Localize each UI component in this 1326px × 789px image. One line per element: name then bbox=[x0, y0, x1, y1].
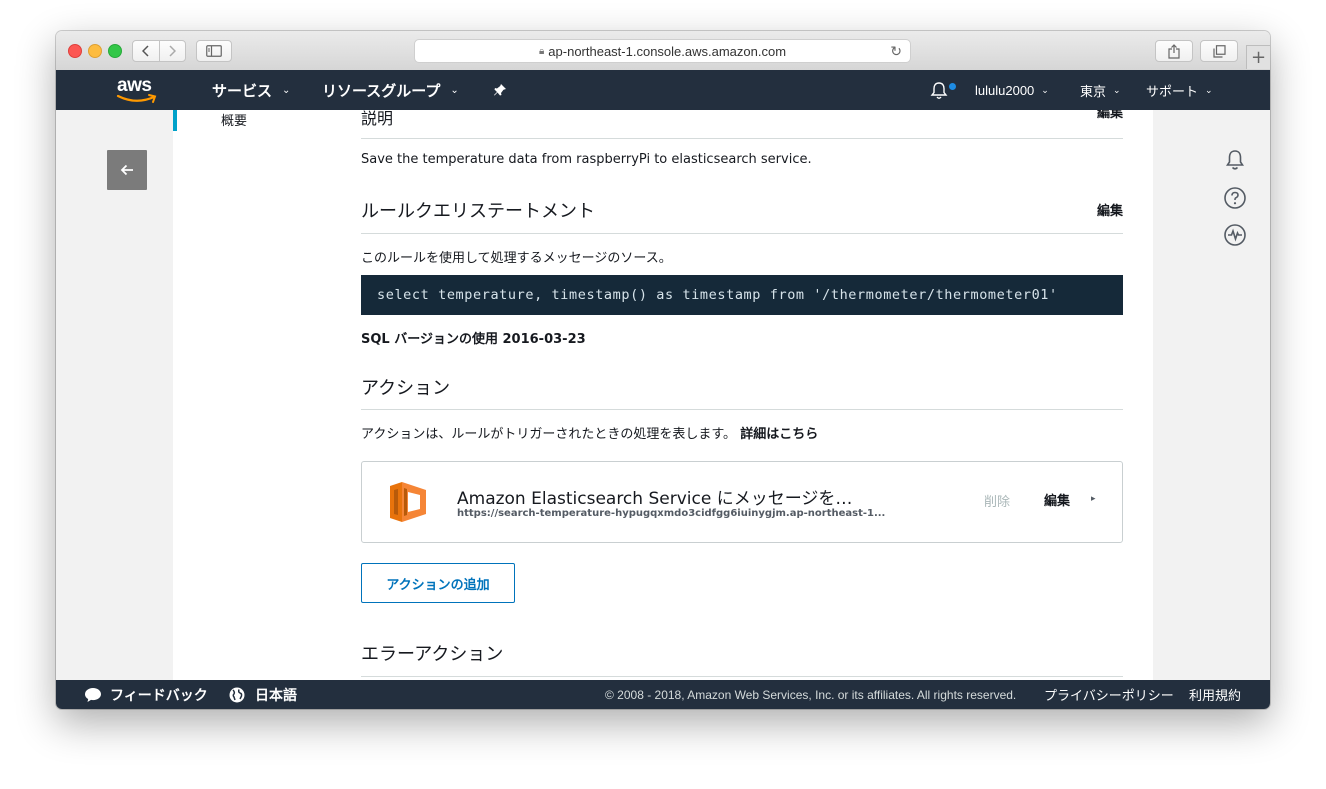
notifications-button[interactable] bbox=[930, 70, 956, 110]
active-nav-indicator bbox=[173, 110, 177, 131]
action-delete-link[interactable]: 削除 bbox=[984, 491, 1010, 510]
share-icon bbox=[1168, 43, 1180, 59]
sql-version-value: 2016-03-23 bbox=[502, 332, 586, 347]
caret-right-icon[interactable]: ▸ bbox=[1091, 494, 1096, 504]
services-menu[interactable]: サービス ⌄ bbox=[212, 70, 290, 110]
aws-logo[interactable]: aws bbox=[116, 76, 160, 106]
elasticsearch-icon bbox=[390, 482, 426, 522]
share-button[interactable] bbox=[1155, 40, 1193, 62]
details-link[interactable]: 詳細はこちら bbox=[740, 427, 818, 442]
pin-button[interactable] bbox=[493, 70, 507, 110]
globe-icon bbox=[229, 687, 245, 702]
divider bbox=[361, 233, 1123, 234]
nav-item-overview[interactable]: 概要 bbox=[221, 110, 247, 129]
address-bar[interactable]: 🔒︎ ap-northeast-1.console.aws.amazon.com… bbox=[414, 39, 911, 63]
actions-description-text: アクションは、ルールがトリガーされたときの処理を表します。 bbox=[361, 427, 737, 442]
action-title: Amazon Elasticsearch Service にメッセージを… bbox=[457, 489, 853, 509]
sidebar-toggle-button[interactable] bbox=[196, 40, 232, 62]
close-window-button[interactable] bbox=[68, 44, 82, 58]
actions-description: アクションは、ルールがトリガーされたときの処理を表します。 詳細はこちら bbox=[361, 423, 818, 442]
action-card: Amazon Elasticsearch Service にメッセージを… ht… bbox=[361, 461, 1123, 543]
divider bbox=[361, 409, 1123, 410]
tabs-icon bbox=[1212, 44, 1226, 58]
description-edit-link[interactable]: 編集 bbox=[1097, 110, 1123, 121]
region-label: 東京 bbox=[1080, 83, 1107, 99]
privacy-policy-link[interactable]: プライバシーポリシー bbox=[1044, 680, 1174, 709]
account-menu[interactable]: lululu2000 ⌄ bbox=[975, 70, 1049, 110]
divider bbox=[361, 676, 1123, 677]
console-footer: フィードバック 日本語 © 2008 - 2018, Amazon Web Se… bbox=[56, 680, 1270, 709]
actions-section-title: アクション bbox=[361, 378, 451, 399]
tabs-overview-button[interactable] bbox=[1200, 40, 1238, 62]
reload-icon[interactable]: ↻ bbox=[890, 43, 902, 60]
feedback-label: フィードバック bbox=[110, 686, 208, 703]
chevron-down-icon: ⌄ bbox=[282, 84, 291, 96]
help-icon[interactable] bbox=[1223, 186, 1247, 210]
main-panel: 概要 説明 編集 Save the temperature data from … bbox=[173, 110, 1153, 680]
speech-bubble-icon bbox=[85, 687, 101, 702]
resource-groups-menu[interactable]: リソースグループ ⌄ bbox=[322, 70, 459, 110]
error-actions-title: エラーアクション bbox=[361, 644, 504, 665]
zoom-window-button[interactable] bbox=[108, 44, 122, 58]
divider bbox=[361, 138, 1123, 139]
bell-icon[interactable] bbox=[1223, 148, 1247, 172]
query-description: このルールを使用して処理するメッセージのソース。 bbox=[361, 251, 672, 266]
bell-icon bbox=[930, 81, 948, 99]
health-monitor-icon[interactable] bbox=[1223, 223, 1247, 247]
url-text: ap-northeast-1.console.aws.amazon.com bbox=[548, 43, 787, 59]
chevron-down-icon: ⌄ bbox=[1041, 84, 1049, 95]
sql-statement: select temperature, timestamp() as times… bbox=[361, 275, 1123, 315]
terms-link[interactable]: 利用規約 bbox=[1189, 680, 1241, 709]
query-edit-link[interactable]: 編集 bbox=[1097, 200, 1123, 219]
language-selector[interactable]: 日本語 bbox=[229, 680, 297, 709]
history-nav bbox=[132, 40, 186, 62]
language-label: 日本語 bbox=[255, 686, 297, 703]
resource-groups-label: リソースグループ bbox=[322, 82, 441, 100]
username-label: lululu2000 bbox=[975, 82, 1035, 98]
page-body: 概要 説明 編集 Save the temperature data from … bbox=[56, 110, 1270, 680]
chevron-down-icon: ⌄ bbox=[1205, 84, 1213, 95]
add-action-button[interactable]: アクションの追加 bbox=[361, 563, 515, 603]
pin-icon bbox=[494, 84, 506, 96]
support-menu[interactable]: サポート ⌄ bbox=[1146, 70, 1213, 110]
forward-nav-button[interactable] bbox=[158, 41, 186, 61]
notification-dot bbox=[949, 83, 956, 90]
region-menu[interactable]: 東京 ⌄ bbox=[1080, 70, 1121, 110]
description-text: Save the temperature data from raspberry… bbox=[361, 152, 812, 167]
action-endpoint: https://search-temperature-hypugqxmdo3ci… bbox=[457, 508, 886, 519]
chevron-left-icon bbox=[141, 45, 149, 57]
back-button[interactable] bbox=[107, 150, 147, 190]
sidebar-icon bbox=[206, 45, 222, 57]
sql-version: SQL バージョンの使用 2016-03-23 bbox=[361, 328, 586, 347]
chevron-right-icon bbox=[169, 45, 177, 57]
copyright-text: © 2008 - 2018, Amazon Web Services, Inc.… bbox=[605, 687, 1017, 702]
sql-version-label: SQL バージョンの使用 bbox=[361, 332, 498, 347]
browser-toolbar: 🔒︎ ap-northeast-1.console.aws.amazon.com… bbox=[56, 31, 1270, 71]
minimize-window-button[interactable] bbox=[88, 44, 102, 58]
aws-top-nav: aws サービス ⌄ リソースグループ ⌄ lululu2000 ⌄ 東京 ⌄ … bbox=[56, 70, 1270, 110]
description-title: 説明 bbox=[361, 110, 394, 128]
query-section-title: ルールクエリステートメント bbox=[361, 201, 595, 222]
browser-window: 🔒︎ ap-northeast-1.console.aws.amazon.com… bbox=[56, 31, 1270, 709]
feedback-button[interactable]: フィードバック bbox=[84, 680, 208, 709]
smile-arrow-icon bbox=[116, 94, 157, 103]
lock-icon: 🔒︎ bbox=[538, 45, 545, 57]
arrow-left-icon bbox=[120, 164, 133, 176]
support-label: サポート bbox=[1146, 83, 1199, 99]
action-edit-link[interactable]: 編集 bbox=[1044, 490, 1070, 509]
chevron-down-icon: ⌄ bbox=[450, 84, 459, 96]
chevron-down-icon: ⌄ bbox=[1113, 84, 1121, 95]
new-tab-button[interactable]: + bbox=[1246, 45, 1270, 69]
services-label: サービス bbox=[212, 82, 273, 100]
back-nav-button[interactable] bbox=[133, 41, 159, 61]
